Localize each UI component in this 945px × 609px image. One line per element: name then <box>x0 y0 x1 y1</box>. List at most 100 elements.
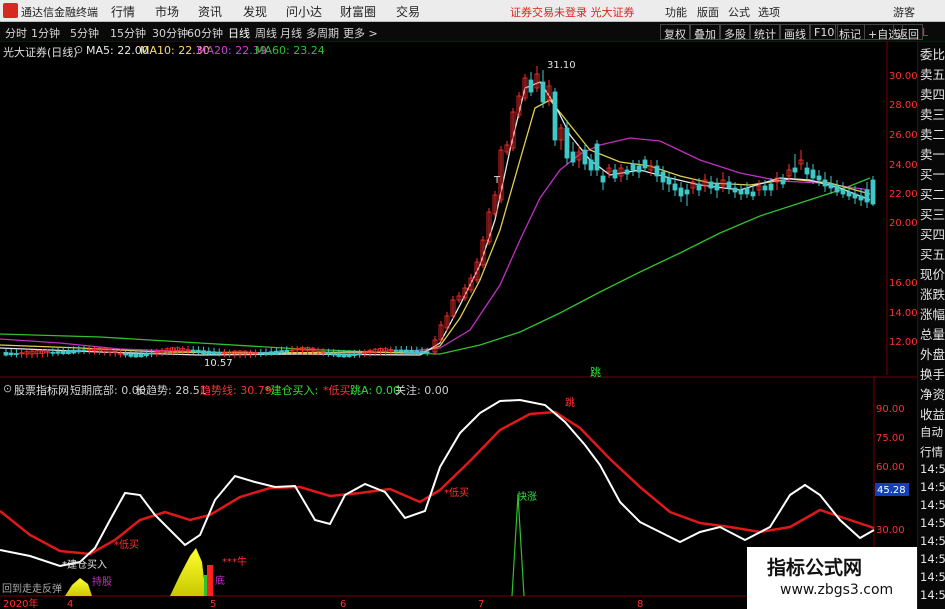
candle <box>780 179 786 185</box>
price-tick: 12.00 <box>889 337 918 348</box>
candle <box>60 350 66 355</box>
right-tab[interactable]: 涨跌 <box>920 284 945 303</box>
candle <box>624 169 630 175</box>
fast-rise-label: 快涨 <box>517 491 537 503</box>
candle <box>870 179 876 205</box>
candle <box>540 81 546 103</box>
right-tab[interactable]: 行情 <box>920 444 943 460</box>
sub-tick: 90.00 <box>876 404 905 415</box>
right-tab[interactable]: 14:5 <box>920 516 945 530</box>
price-tick: 30.00 <box>889 71 918 82</box>
right-tab[interactable]: 14:5 <box>920 588 945 602</box>
right-tab[interactable]: 收益 <box>920 404 945 423</box>
right-tab[interactable]: 卖三 <box>920 104 945 123</box>
candle <box>810 169 816 179</box>
candle <box>424 351 430 354</box>
right-tab[interactable]: 14:5 <box>920 462 945 476</box>
candle <box>738 189 744 195</box>
ma10-line <box>0 99 871 354</box>
high-price-label: 31.10 <box>547 60 576 71</box>
candle <box>128 353 134 357</box>
candle <box>419 350 425 354</box>
right-tab[interactable]: 净资 <box>920 384 945 403</box>
current-value: 45.28 <box>877 485 906 496</box>
right-tab[interactable]: 委比 <box>920 44 945 63</box>
right-tab[interactable]: 买五 <box>920 244 945 263</box>
right-tab[interactable]: 14:5 <box>920 480 945 494</box>
build-buy-label: *建仓买入 <box>62 558 107 571</box>
right-tab[interactable]: 买三 <box>920 204 945 223</box>
green-bar <box>204 575 207 596</box>
jump-label: 跳 <box>590 365 601 379</box>
candle <box>858 195 864 201</box>
fast-rise-spike <box>511 494 525 597</box>
right-tab[interactable]: 14:5 <box>920 534 945 548</box>
candle <box>8 352 14 356</box>
x-label: 5 <box>210 599 216 609</box>
candle <box>864 189 870 203</box>
right-tab[interactable]: 外盘 <box>920 344 945 363</box>
right-tab[interactable]: 现价 <box>920 264 945 283</box>
candle <box>133 353 139 358</box>
sub-axis: 90.00 75.00 60.00 45.28 30.00 <box>875 404 909 536</box>
candle <box>744 187 750 195</box>
candle <box>195 349 201 353</box>
candle <box>750 191 756 197</box>
candle <box>357 353 363 356</box>
right-tab[interactable]: 14:5 <box>920 498 945 512</box>
right-tab[interactable]: 总量 <box>920 324 945 343</box>
candle <box>834 185 840 193</box>
right-tab[interactable]: 换手 <box>920 364 945 383</box>
right-tab[interactable]: 涨幅 <box>920 304 945 323</box>
price-tick: 22.00 <box>889 189 918 200</box>
sub-tick: 75.00 <box>876 433 905 444</box>
x-label: 8 <box>637 599 643 609</box>
candle <box>564 127 570 159</box>
right-tab[interactable]: 买二 <box>920 184 945 203</box>
price-tick: 14.00 <box>889 308 918 319</box>
candle <box>201 350 207 355</box>
candle <box>149 352 155 355</box>
right-tab[interactable]: 14:5 <box>920 552 945 566</box>
kline-chart[interactable]: 30.00 28.00 26.00 24.00 22.00 20.00 16.0… <box>0 0 945 609</box>
candle <box>852 193 858 199</box>
price-tick: 24.00 <box>889 160 918 171</box>
candle <box>588 159 594 171</box>
right-tab[interactable]: 卖四 <box>920 84 945 103</box>
yellow-bottom-area <box>170 548 206 596</box>
right-tab[interactable]: 买四 <box>920 224 945 243</box>
candle <box>804 167 810 175</box>
right-tab[interactable]: 卖五 <box>920 64 945 83</box>
price-tick: 20.00 <box>889 218 918 229</box>
candle <box>76 349 82 353</box>
candles <box>3 66 876 358</box>
candle <box>341 353 347 358</box>
right-tab[interactable]: 买一 <box>920 164 945 183</box>
candle <box>71 349 76 354</box>
sub-tick: 30.00 <box>876 525 905 536</box>
layout-l-icon[interactable]: L <box>922 26 928 39</box>
candle <box>582 149 588 165</box>
candle <box>50 351 56 354</box>
candle <box>273 350 279 355</box>
candle <box>684 189 690 195</box>
right-tab[interactable]: 自动 <box>920 424 943 440</box>
right-tab[interactable]: 卖二 <box>920 124 945 143</box>
stars-label: ***牛 <box>222 555 247 568</box>
right-tab[interactable]: 卖一 <box>920 144 945 163</box>
candle <box>726 181 732 189</box>
candle <box>636 165 642 173</box>
candle <box>672 183 678 191</box>
candle <box>55 351 61 354</box>
right-tab[interactable]: 14:5 <box>920 570 945 584</box>
candle <box>325 352 331 355</box>
watermark-line2: www.zbgs3.com <box>780 582 894 598</box>
hold-label: 持股 <box>92 575 112 588</box>
candle <box>654 165 660 177</box>
low-buy-label-2: *低买 <box>444 486 469 499</box>
candle <box>409 349 415 354</box>
candle <box>331 352 337 356</box>
candle <box>258 352 264 355</box>
x-label: 4 <box>67 599 73 609</box>
candle <box>528 79 534 93</box>
